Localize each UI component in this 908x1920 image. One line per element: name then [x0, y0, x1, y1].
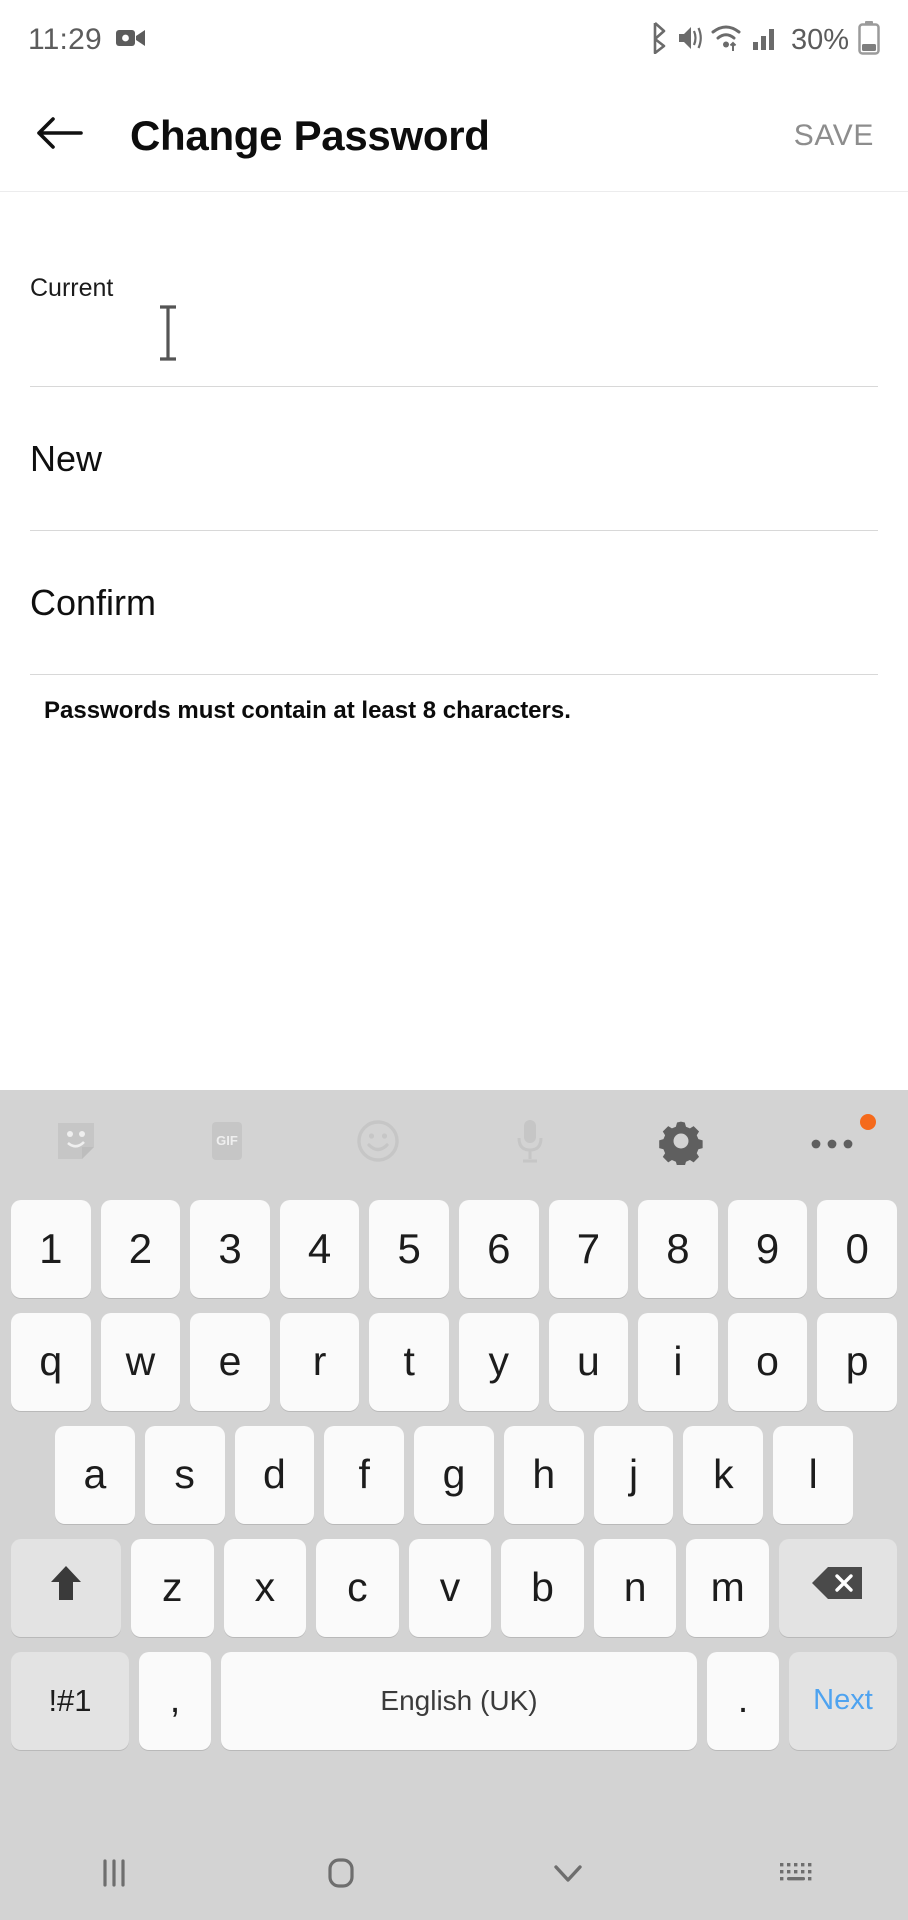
symbols-key[interactable]: !#1 — [11, 1651, 129, 1750]
key-u[interactable]: u — [548, 1312, 629, 1411]
key-k[interactable]: k — [683, 1425, 764, 1524]
key-c[interactable]: c — [316, 1538, 399, 1637]
key-2[interactable]: 2 — [100, 1199, 181, 1298]
comma-key[interactable]: , — [139, 1651, 211, 1750]
screen-record-icon — [115, 27, 146, 54]
recents-button[interactable] — [0, 1830, 227, 1920]
period-key[interactable]: . — [707, 1651, 779, 1750]
key-6[interactable]: 6 — [459, 1199, 539, 1298]
key-r[interactable]: r — [279, 1312, 360, 1411]
key-7[interactable]: 7 — [548, 1199, 629, 1298]
key-i[interactable]: i — [638, 1312, 718, 1411]
key-l[interactable]: l — [773, 1425, 854, 1524]
battery-icon — [858, 20, 880, 60]
space-key[interactable]: English (UK) — [221, 1651, 697, 1750]
key-h[interactable]: h — [503, 1425, 584, 1524]
hide-keyboard-button[interactable] — [454, 1830, 681, 1920]
hide-keyboard-icon — [546, 1856, 590, 1895]
key-0[interactable]: 0 — [817, 1199, 897, 1298]
key-4[interactable]: 4 — [279, 1199, 360, 1298]
keyboard-row-asdf: a s d f g h j k l — [6, 1418, 902, 1531]
status-bar-right: 30% — [647, 20, 880, 60]
key-y[interactable]: y — [459, 1312, 539, 1411]
i-beam-cursor — [152, 304, 184, 367]
change-password-form: Current New Confirm Passwords must conta… — [0, 192, 908, 725]
battery-percent: 30% — [790, 23, 849, 56]
back-arrow-icon — [35, 115, 83, 156]
mute-vibrate-icon — [677, 23, 704, 58]
key-o[interactable]: o — [727, 1312, 808, 1411]
key-v[interactable]: v — [408, 1538, 492, 1637]
wifi-icon — [711, 23, 745, 58]
next-key[interactable]: Next — [789, 1651, 897, 1750]
status-bar: 11:29 30% — [0, 0, 908, 80]
keyboard-switch-button[interactable] — [681, 1830, 908, 1920]
home-icon — [319, 1851, 363, 1900]
current-password-label: Current — [30, 274, 114, 302]
phone-screen: 11:29 30% Change Password SAVE Current N… — [0, 0, 908, 1920]
emoji-icon[interactable] — [303, 1090, 454, 1192]
home-button[interactable] — [227, 1830, 454, 1920]
keyboard-row-bottom: !#1 , English (UK) . Next — [6, 1644, 902, 1757]
gear-icon[interactable] — [605, 1090, 756, 1192]
more-options-icon[interactable] — [757, 1090, 908, 1192]
app-bar: Change Password SAVE — [0, 80, 908, 192]
shift-key[interactable] — [10, 1538, 121, 1637]
key-a[interactable]: a — [54, 1425, 135, 1524]
new-password-label: New — [30, 437, 103, 479]
shift-up-arrow-icon — [43, 1560, 89, 1616]
key-t[interactable]: t — [369, 1312, 449, 1411]
svg-text:GIF: GIF — [216, 1133, 238, 1148]
key-m[interactable]: m — [686, 1538, 770, 1637]
key-q[interactable]: q — [11, 1312, 91, 1411]
new-password-field[interactable]: New — [30, 387, 878, 531]
key-g[interactable]: g — [414, 1425, 494, 1524]
backspace-icon — [810, 1563, 866, 1613]
key-e[interactable]: e — [190, 1312, 270, 1411]
bluetooth-icon — [647, 21, 670, 59]
key-x[interactable]: x — [223, 1538, 307, 1637]
gif-icon[interactable]: GIF — [151, 1090, 302, 1192]
keyboard-switch-icon — [773, 1857, 817, 1894]
key-p[interactable]: p — [817, 1312, 897, 1411]
microphone-icon[interactable] — [454, 1090, 605, 1192]
save-button[interactable]: SAVE — [790, 109, 878, 163]
status-bar-left: 11:29 — [28, 23, 146, 57]
back-button[interactable] — [30, 107, 88, 165]
current-password-field[interactable]: Current — [30, 192, 878, 387]
key-f[interactable]: f — [324, 1425, 405, 1524]
key-1[interactable]: 1 — [11, 1199, 91, 1298]
key-z[interactable]: z — [130, 1538, 214, 1637]
keyboard-row-numbers: 1 2 3 4 5 6 7 8 9 0 — [6, 1192, 902, 1305]
sticker-icon[interactable] — [0, 1090, 151, 1192]
backspace-key[interactable] — [779, 1538, 898, 1637]
keyboard-toolbar: GIF — [0, 1090, 908, 1192]
confirm-password-field[interactable]: Confirm — [30, 531, 878, 675]
key-d[interactable]: d — [234, 1425, 315, 1524]
key-b[interactable]: b — [501, 1538, 584, 1637]
key-5[interactable]: 5 — [369, 1199, 449, 1298]
password-helper-text: Passwords must contain at least 8 charac… — [44, 697, 571, 724]
system-navigation-bar — [0, 1830, 908, 1920]
key-n[interactable]: n — [593, 1538, 677, 1637]
key-j[interactable]: j — [593, 1425, 674, 1524]
key-w[interactable]: w — [100, 1312, 181, 1411]
keyboard-row-zxcv: z x c v b n m — [6, 1531, 902, 1644]
key-8[interactable]: 8 — [638, 1199, 718, 1298]
keyboard-rows: 1 2 3 4 5 6 7 8 9 0 q w e r t y u i o p … — [0, 1192, 908, 1757]
recents-icon — [92, 1853, 136, 1898]
on-screen-keyboard: GIF 1 2 3 4 5 6 7 8 9 0 q w e r t y u i … — [0, 1090, 908, 1830]
page-title: Change Password — [130, 111, 490, 159]
key-s[interactable]: s — [144, 1425, 225, 1524]
status-time: 11:29 — [28, 23, 102, 56]
key-3[interactable]: 3 — [190, 1199, 270, 1298]
confirm-password-label: Confirm — [30, 581, 157, 623]
keyboard-row-qwerty: q w e r t y u i o p — [6, 1305, 902, 1418]
notification-badge-dot — [859, 1114, 876, 1130]
signal-bars-icon — [752, 25, 778, 56]
key-9[interactable]: 9 — [727, 1199, 808, 1298]
